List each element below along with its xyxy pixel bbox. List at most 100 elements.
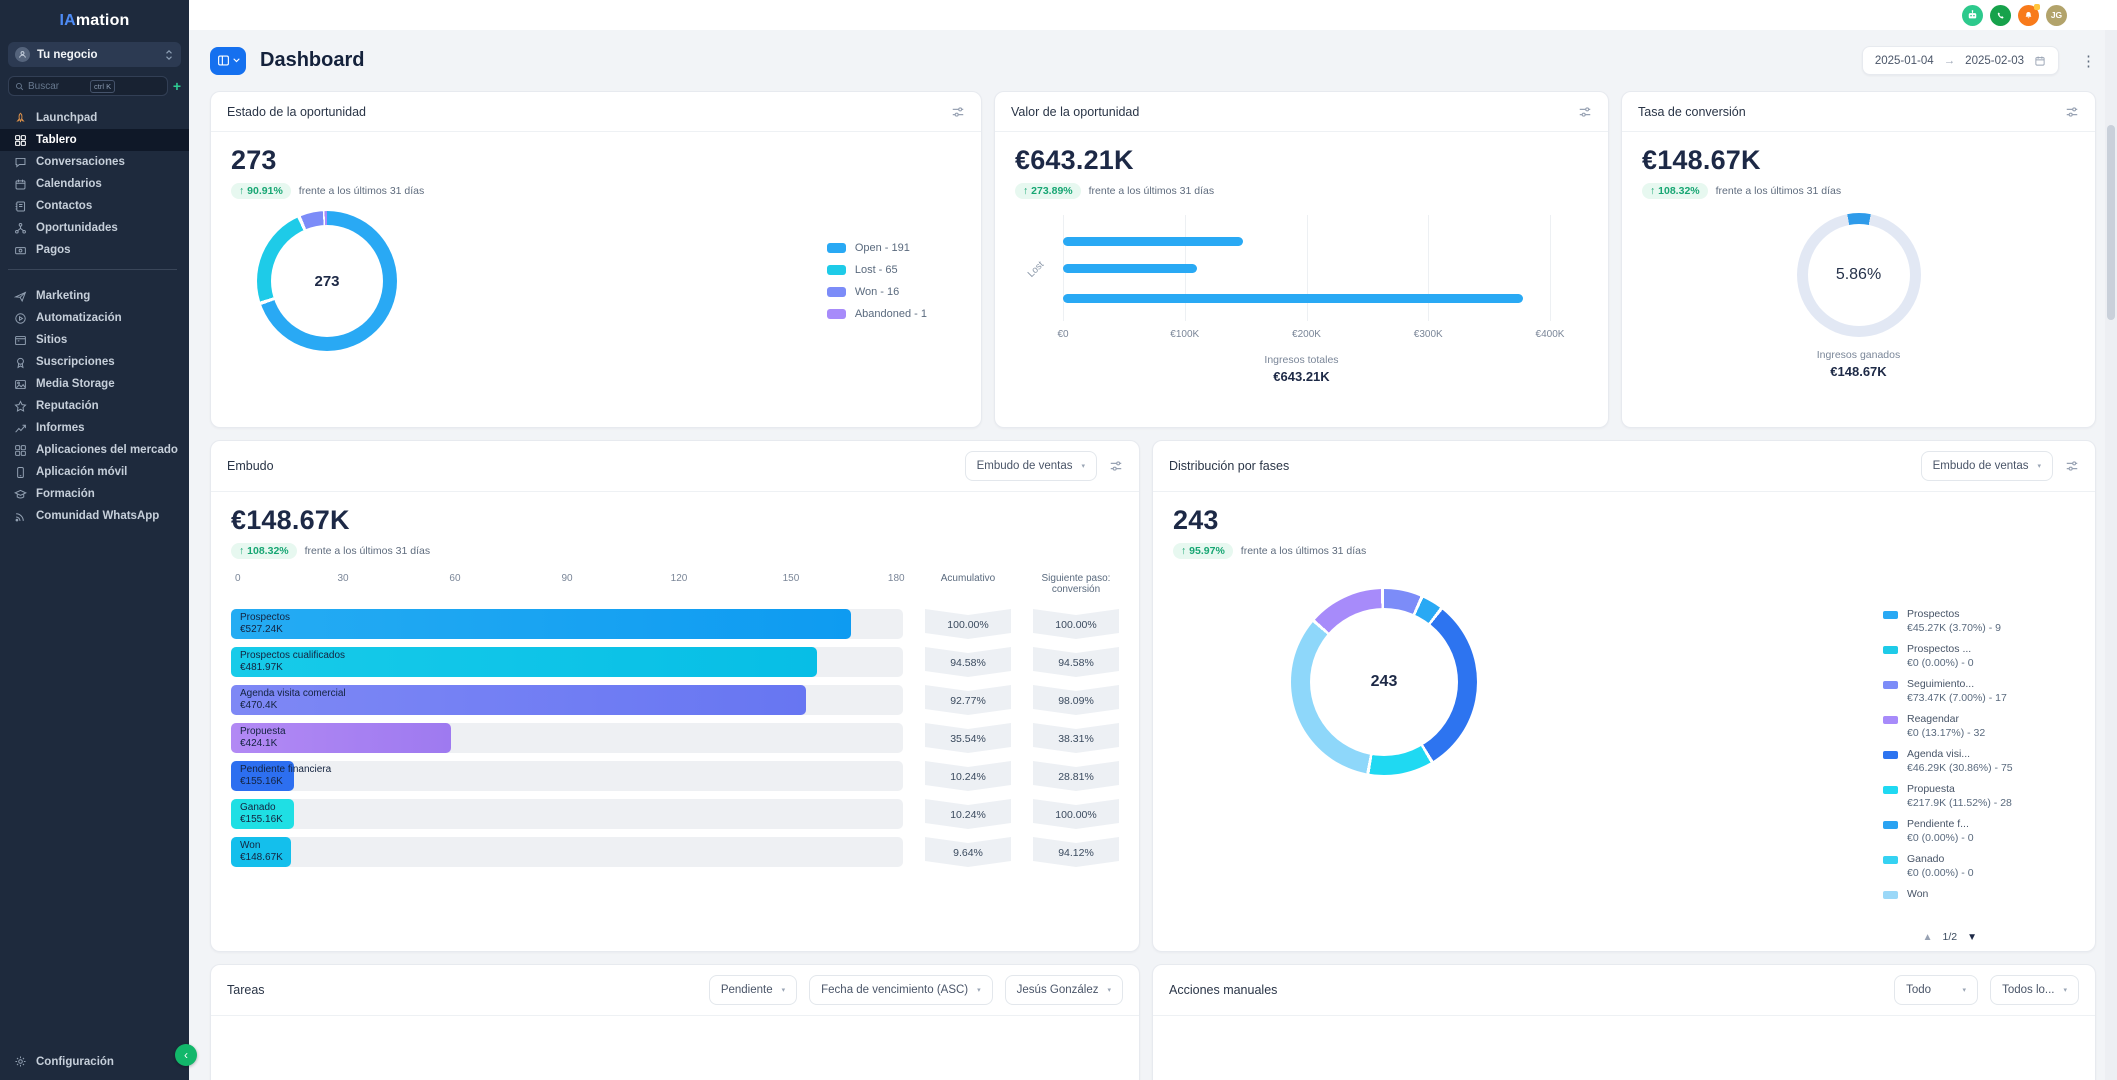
legend-swatch (1883, 611, 1898, 619)
bar (1063, 294, 1523, 303)
unfold-icon (164, 49, 174, 61)
phone-icon[interactable] (1990, 5, 2011, 26)
funnel-stage[interactable]: Pendiente financiera€155.16K (231, 761, 903, 791)
notifications-icon[interactable] (2018, 5, 2039, 26)
legend-item: Prospectos ...€0 (0.00%) - 0 (1883, 643, 2079, 670)
funnel-stage[interactable]: Prospectos cualificados€481.97K (231, 647, 903, 677)
sidebar-item-automatizacion[interactable]: Automatización (0, 307, 189, 329)
sidebar-item-media-storage[interactable]: Media Storage (0, 373, 189, 395)
dashboard-menu-button[interactable] (210, 47, 246, 75)
percent-cell: 100.00% (925, 609, 1011, 639)
card-acciones-manuales: Acciones manuales Todo▾ Todos lo...▾ (1152, 964, 2096, 1080)
more-options-button[interactable]: ⋮ (2081, 52, 2096, 70)
date-range-picker[interactable]: 2025-01-04 → 2025-02-03 (1862, 46, 2059, 75)
change-badge: ↑ 95.97% (1173, 543, 1233, 559)
sidebar-item-contactos[interactable]: Contactos (0, 195, 189, 217)
axis-tick: €400K (1536, 329, 1565, 340)
x-axis: €0 €100K €200K €300K €400K (1063, 329, 1550, 342)
percent-cell: 28.81% (1033, 761, 1119, 791)
task-assignee-filter[interactable]: Jesús González▾ (1005, 975, 1123, 1005)
sidebar-item-calendarios[interactable]: Calendarios (0, 173, 189, 195)
sidebar-nav-main: Launchpad Tablero Conversaciones Calenda… (0, 107, 189, 261)
chevron-down-icon: ▾ (2063, 986, 2067, 994)
sidebar-item-formacion[interactable]: Formación (0, 483, 189, 505)
filter-sliders-icon[interactable] (1578, 105, 1592, 119)
chevron-down-icon: ▾ (2037, 462, 2041, 470)
calendar-icon (2034, 55, 2046, 67)
card-title: Valor de la oportunidad (1011, 105, 1139, 119)
legend-swatch (827, 287, 846, 297)
page-down-button[interactable]: ▼ (1967, 932, 1977, 943)
legend-item: Won (1883, 888, 2079, 902)
sidebar-item-comunidad-whatsapp[interactable]: Comunidad WhatsApp (0, 505, 189, 527)
page-up-button[interactable]: ▲ (1923, 932, 1933, 943)
actions-user-filter[interactable]: Todos lo...▾ (1990, 975, 2079, 1005)
pipeline-select[interactable]: Embudo de ventas▾ (965, 451, 1097, 481)
chevron-down-icon: ▾ (1081, 462, 1085, 470)
funnel-stage[interactable]: Agenda visita comercial€470.4K (231, 685, 903, 715)
sidebar-item-aplicaciones-mercado[interactable]: Aplicaciones del mercado (0, 439, 189, 461)
axis-tick: €0 (1057, 329, 1068, 340)
chevron-down-icon (233, 58, 240, 63)
compare-label: frente a los últimos 31 días (1716, 185, 1841, 197)
media-icon (14, 378, 27, 391)
legend-swatch (1883, 856, 1898, 864)
kpi-value: 273 (231, 144, 961, 176)
scrollbar-thumb[interactable] (2107, 125, 2115, 320)
legend-swatch (827, 243, 846, 253)
funnel-stage[interactable]: Won€148.67K (231, 837, 903, 867)
memberships-icon (14, 356, 27, 369)
percent-cell: 10.24% (925, 799, 1011, 829)
sidebar-item-sitios[interactable]: Sitios (0, 329, 189, 351)
filter-sliders-icon[interactable] (951, 105, 965, 119)
funnel-stage[interactable]: Ganado€155.16K (231, 799, 903, 829)
app-logo: IAmation (0, 0, 189, 39)
sidebar-item-tablero[interactable]: Tablero (0, 129, 189, 151)
ring-center-value: 5.86% (1808, 224, 1910, 326)
funnel-stage[interactable]: Propuesta€424.1K (231, 723, 903, 753)
user-avatar[interactable]: JG (2046, 5, 2067, 26)
legend-item: Agenda visi...€46.29K (30.86%) - 75 (1883, 748, 2079, 775)
opportunities-icon (14, 222, 27, 235)
pipeline-select[interactable]: Embudo de ventas▾ (1921, 451, 2053, 481)
funnel-stage[interactable]: Prospectos€527.24K (231, 609, 903, 639)
ai-bot-icon[interactable] (1962, 5, 1983, 26)
task-sort-filter[interactable]: Fecha de vencimiento (ASC)▾ (809, 975, 993, 1005)
chevron-down-icon: ▾ (977, 986, 981, 994)
sidebar-item-launchpad[interactable]: Launchpad (0, 107, 189, 129)
quick-add-button[interactable]: + (173, 79, 181, 93)
legend-swatch (1883, 891, 1898, 899)
task-status-filter[interactable]: Pendiente▾ (709, 975, 797, 1005)
sidebar-item-marketing[interactable]: Marketing (0, 285, 189, 307)
legend-item: Reagendar€0 (13.17%) - 32 (1883, 713, 2079, 740)
filter-sliders-icon[interactable] (1109, 459, 1123, 473)
kpi-value: €148.67K (231, 504, 1119, 536)
business-switcher[interactable]: Tu negocio (8, 42, 181, 67)
change-badge: ↑ 108.32% (231, 543, 297, 559)
filter-sliders-icon[interactable] (2065, 105, 2079, 119)
search-input[interactable] (28, 81, 86, 92)
scrollbar-track[interactable] (2105, 30, 2117, 1080)
sidebar-item-reputacion[interactable]: Reputación (0, 395, 189, 417)
sidebar-item-configuracion[interactable]: Configuración (0, 1045, 189, 1080)
percent-cell: 9.64% (925, 837, 1011, 867)
donut-center-value: 243 (1310, 608, 1458, 756)
collapse-sidebar-button[interactable]: ‹ (175, 1044, 197, 1066)
sidebar-item-conversaciones[interactable]: Conversaciones (0, 151, 189, 173)
mobile-icon (14, 466, 27, 479)
sidebar-item-pagos[interactable]: Pagos (0, 239, 189, 261)
sidebar-item-aplicacion-movil[interactable]: Aplicación móvil (0, 461, 189, 483)
sidebar-item-suscripciones[interactable]: Suscripciones (0, 351, 189, 373)
legend-item: Seguimiento...€73.47K (7.00%) - 17 (1883, 678, 2079, 705)
funnel-chart: 0 30 60 90 120 150 180 Prospectos€527.24… (231, 573, 1119, 875)
sidebar-item-informes[interactable]: Informes (0, 417, 189, 439)
chevron-down-icon: ▾ (782, 986, 786, 994)
sidebar-item-oportunidades[interactable]: Oportunidades (0, 217, 189, 239)
filter-sliders-icon[interactable] (2065, 459, 2079, 473)
percent-cell: 94.58% (925, 647, 1011, 677)
actions-type-filter[interactable]: Todo▾ (1894, 975, 1978, 1005)
sidebar-search[interactable]: ctrl K (8, 76, 168, 96)
percent-cell: 94.12% (1033, 837, 1119, 867)
card-title: Estado de la oportunidad (227, 105, 366, 119)
opportunity-status-donut-chart: 273 (257, 211, 397, 351)
